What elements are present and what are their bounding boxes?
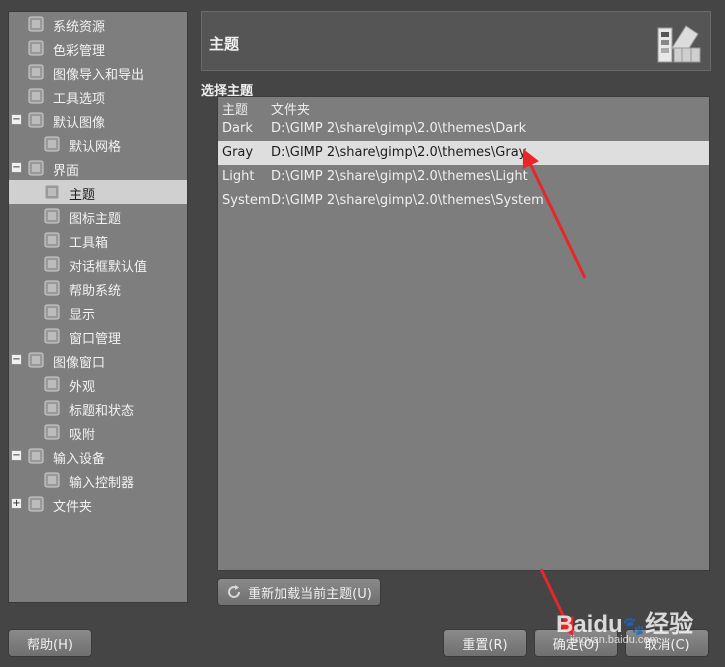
watermark-url: jingyan.baidu.com [570,634,659,646]
sidebar-item[interactable]: − 输入设备 [9,444,187,468]
default-grid-icon [43,135,61,153]
sidebar-item-label: 界面 [53,164,80,179]
sidebar-item[interactable]: 对话框默认值 [9,252,187,276]
sidebar-item-label: 帮助系统 [69,284,122,299]
window-management-icon [43,327,61,345]
dialog-defaults-icon [43,255,61,273]
sidebar-item[interactable]: − 图像窗口 [9,348,187,372]
sidebar-item[interactable]: + 文件夹 [9,492,187,516]
color-management-icon [27,39,45,57]
column-header-folder[interactable]: 文件夹 [271,99,310,118]
reset-button[interactable]: 重置(R) [443,629,527,657]
tool-options-icon [27,87,45,105]
theme-row[interactable]: Dark D:\GIMP 2\share\gimp\2.0\themes\Dark [218,117,709,141]
page-title: 主题 [209,35,240,53]
sidebar-item[interactable]: − 界面 [9,156,187,180]
toolbox-icon [43,231,61,249]
sidebar-item[interactable]: 标题和状态 [9,396,187,420]
appearance-icon [43,375,61,393]
snapping-icon [43,423,61,441]
sidebar-item-label: 吸附 [69,428,96,443]
sidebar-item-label: 文件夹 [53,500,93,515]
sidebar-item[interactable]: 输入控制器 [9,468,187,492]
image-import-export-icon [27,63,45,81]
sidebar-item-label: 外观 [69,380,96,395]
theme-name: System [222,193,271,208]
help-system-icon [43,279,61,297]
expand-icon[interactable]: + [11,498,22,509]
refresh-icon [228,585,241,598]
reload-theme-button[interactable]: 重新加载当前主题(U) [217,578,381,606]
sidebar-item[interactable]: 主题 [9,180,187,204]
theme-name: Gray [222,145,254,160]
paw-icon: 🐾 [622,616,646,636]
input-devices-icon [27,447,45,465]
folders-icon [27,495,45,513]
sidebar-item-label: 图像导入和导出 [53,68,145,83]
sidebar-item-label: 工具箱 [69,236,109,251]
theme-row[interactable]: System D:\GIMP 2\share\gimp\2.0\themes\Sy… [218,189,709,213]
baidu-jingyan-watermark: Baidu🐾经验 jingyan.baidu.com [556,604,706,654]
sidebar-item-label: 默认网格 [69,140,122,155]
input-controllers-icon [43,471,61,489]
sidebar-item-label: 工具选项 [53,92,106,107]
reset-button-label: 重置(R) [462,637,508,653]
sidebar-item[interactable]: 外观 [9,372,187,396]
sidebar-item[interactable]: 色彩管理 [9,36,187,60]
page-header: 主题 [201,11,711,71]
sidebar-item[interactable]: 系统资源 [9,12,187,36]
sidebar-item[interactable]: − 默认图像 [9,108,187,132]
theme-folder: D:\GIMP 2\share\gimp\2.0\themes\Dark [271,121,527,136]
sidebar-item[interactable]: 窗口管理 [9,324,187,348]
sidebar-item[interactable]: 工具箱 [9,228,187,252]
sidebar-item-label: 窗口管理 [69,332,122,347]
sidebar-item-label: 默认图像 [53,116,106,131]
collapse-icon[interactable]: − [11,450,22,461]
sidebar-item[interactable]: 图像导入和导出 [9,60,187,84]
sidebar-item[interactable]: 工具选项 [9,84,187,108]
theme-folder: D:\GIMP 2\share\gimp\2.0\themes\Light [271,169,528,184]
theme-name: Light [222,169,255,184]
display-icon [43,303,61,321]
sidebar-item-label: 主题 [69,188,96,203]
preferences-tree[interactable]: 系统资源色彩管理图像导入和导出 工具选项 − 默认图像默认网格 − 界面主题图标主题工具箱… [8,11,188,603]
sidebar-item[interactable]: 帮助系统 [9,276,187,300]
sidebar-item-label: 系统资源 [53,20,106,35]
sidebar-item-label: 图标主题 [69,212,122,227]
title-status-icon [43,399,61,417]
theme-palette-icon [657,25,701,63]
help-button[interactable]: 帮助(H) [8,629,92,657]
collapse-icon[interactable]: − [11,162,22,173]
sidebar-item[interactable]: 默认网格 [9,132,187,156]
theme-folder: D:\GIMP 2\share\gimp\2.0\themes\Gray [271,145,527,160]
image-window-icon [27,351,45,369]
theme-icon [43,183,61,201]
sidebar-item-label: 标题和状态 [69,404,135,419]
theme-list[interactable]: 主题 文件夹 Dark D:\GIMP 2\share\gimp\2.0\them… [217,96,710,571]
sidebar-item[interactable]: 显示 [9,300,187,324]
icon-theme-icon [43,207,61,225]
collapse-icon[interactable]: − [11,354,22,365]
interface-icon [27,159,45,177]
default-image-icon [27,111,45,129]
system-resources-icon [27,15,45,33]
collapse-icon[interactable]: − [11,114,22,125]
sidebar-item-label: 输入设备 [53,452,106,467]
sidebar-item-label: 输入控制器 [69,476,135,491]
theme-row[interactable]: Gray D:\GIMP 2\share\gimp\2.0\themes\Gray [218,141,709,165]
sidebar-item-label: 显示 [69,308,96,323]
theme-row[interactable]: Light D:\GIMP 2\share\gimp\2.0\themes\Lig… [218,165,709,189]
column-header-theme[interactable]: 主题 [222,99,248,118]
sidebar-item-label: 色彩管理 [53,44,106,59]
sidebar-item-label: 对话框默认值 [69,260,148,275]
help-button-label: 帮助(H) [27,637,73,653]
sidebar-item[interactable]: 图标主题 [9,204,187,228]
list-header: 主题 文件夹 [218,97,709,118]
theme-name: Dark [222,121,253,136]
sidebar-item-label: 图像窗口 [53,356,106,371]
sidebar-item[interactable]: 吸附 [9,420,187,444]
theme-folder: D:\GIMP 2\share\gimp\2.0\themes\System [271,193,544,208]
reload-theme-label: 重新加载当前主题(U) [248,586,372,602]
